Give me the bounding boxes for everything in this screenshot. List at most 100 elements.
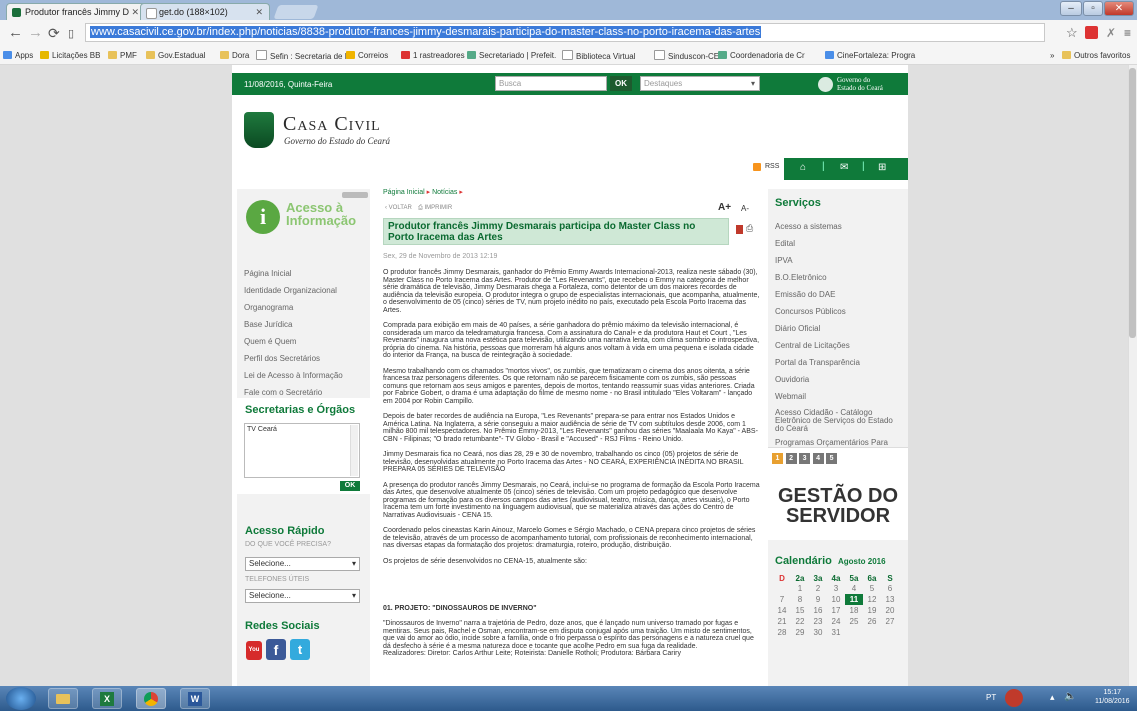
volume-icon[interactable]: 🔈 bbox=[1064, 691, 1076, 702]
brand-title[interactable]: Casa Civil bbox=[283, 113, 381, 136]
bookmark-folder[interactable]: PMF bbox=[108, 50, 137, 62]
window-close-button[interactable]: ✕ bbox=[1104, 1, 1134, 16]
font-increase-button[interactable]: A+ bbox=[718, 202, 731, 213]
tab-inactive[interactable]: get.do (188×102) ✕ bbox=[140, 3, 270, 20]
acesso-informacao-logo[interactable]: Acesso à Informação bbox=[286, 201, 356, 227]
banner-page-5[interactable]: 5 bbox=[826, 453, 838, 464]
menu-item[interactable]: Organograma bbox=[244, 299, 368, 316]
banner-page-3[interactable]: 3 bbox=[799, 453, 811, 464]
bookmarks-overflow[interactable]: » bbox=[1050, 50, 1054, 62]
calendar-day[interactable]: 31 bbox=[827, 627, 845, 638]
listbox-item[interactable]: TV Ceará bbox=[247, 426, 277, 433]
bookmark-item[interactable]: Correios bbox=[346, 50, 388, 62]
calendar-day[interactable] bbox=[845, 627, 863, 638]
telefones-select[interactable]: Selecione... ▾ bbox=[245, 589, 360, 603]
address-bar[interactable]: www.casacivil.ce.gov.br/index.php/notici… bbox=[85, 23, 1045, 42]
close-tab-icon[interactable]: ✕ bbox=[255, 4, 263, 20]
facebook-icon[interactable]: f bbox=[266, 639, 286, 660]
bookmark-item[interactable]: Secretariado | Prefeit. bbox=[467, 50, 556, 62]
menu-item[interactable]: Quem é Quem bbox=[244, 333, 368, 350]
calendar-day[interactable]: 8 bbox=[791, 594, 809, 605]
taskbar-word[interactable]: W bbox=[180, 688, 210, 709]
new-tab-button[interactable] bbox=[273, 5, 319, 19]
taskbar-explorer[interactable] bbox=[48, 688, 78, 709]
page-scrollbar-thumb[interactable] bbox=[1129, 68, 1136, 338]
breadcrumb-home[interactable]: Página Inicial bbox=[383, 189, 425, 196]
voltar-link[interactable]: ‹ VOLTAR bbox=[385, 205, 412, 211]
page-info-icon[interactable]: ▯ bbox=[68, 25, 74, 43]
calendar-day[interactable]: 27 bbox=[881, 616, 899, 627]
pdf-icon[interactable] bbox=[736, 225, 743, 234]
calendar-day[interactable]: 3 bbox=[827, 583, 845, 594]
reload-icon[interactable]: ⟳ bbox=[48, 24, 60, 42]
close-tab-icon[interactable]: ✕ bbox=[131, 4, 139, 20]
listbox-scrollbar[interactable] bbox=[350, 425, 358, 476]
twitter-icon[interactable]: t bbox=[290, 639, 310, 660]
tray-arrow-icon[interactable]: ▴ bbox=[1050, 692, 1055, 703]
language-indicator[interactable]: PT bbox=[986, 693, 996, 702]
print-icon[interactable]: ⎙ bbox=[746, 223, 753, 234]
gov-logo[interactable]: Governo do Estado do Ceará bbox=[837, 76, 883, 92]
calendar-day[interactable]: 30 bbox=[809, 627, 827, 638]
banner-page-2[interactable]: 2 bbox=[785, 453, 797, 464]
menu-item[interactable]: Base Jurídica bbox=[244, 316, 368, 333]
service-link[interactable]: Acesso a sistemas bbox=[775, 218, 903, 235]
calendar-day[interactable]: 16 bbox=[809, 605, 827, 616]
calendar-day[interactable]: 5 bbox=[863, 583, 881, 594]
calendar-day[interactable]: 17 bbox=[827, 605, 845, 616]
calendar-day[interactable] bbox=[773, 583, 791, 594]
calendar-day[interactable]: 25 bbox=[845, 616, 863, 627]
menu-item[interactable]: Perfil dos Secretários bbox=[244, 350, 368, 367]
destaques-select[interactable]: Destaques ▾ bbox=[640, 76, 760, 91]
bookmark-item[interactable]: Sinduscon-CE bbox=[654, 50, 719, 63]
bookmark-item[interactable]: Sefin : Secretaria de F bbox=[256, 50, 350, 63]
bookmark-item[interactable]: Licitações BB bbox=[40, 50, 100, 62]
service-link[interactable]: Edital bbox=[775, 235, 903, 252]
calendar-day[interactable]: 4 bbox=[845, 583, 863, 594]
calendar-day[interactable]: 26 bbox=[863, 616, 881, 627]
calendar-day[interactable]: 29 bbox=[791, 627, 809, 638]
calendar-day[interactable]: 28 bbox=[773, 627, 791, 638]
menu-item[interactable]: Identidade Organizacional bbox=[244, 282, 368, 299]
back-arrow-icon[interactable]: ← bbox=[8, 24, 23, 42]
menu-item[interactable]: Página Inicial bbox=[244, 265, 368, 282]
bookmark-item[interactable]: Biblioteca Virtual bbox=[562, 50, 635, 63]
font-decrease-button[interactable]: A- bbox=[741, 204, 749, 213]
bookmark-star-icon[interactable]: ☆ bbox=[1066, 24, 1078, 42]
taskbar-excel[interactable]: X bbox=[92, 688, 122, 709]
calendar-day[interactable]: 7 bbox=[773, 594, 791, 605]
calendar-day[interactable]: 24 bbox=[827, 616, 845, 627]
calendar-day[interactable] bbox=[863, 627, 881, 638]
minimize-button[interactable]: – bbox=[1060, 1, 1082, 16]
calendar-day[interactable]: 22 bbox=[791, 616, 809, 627]
bookmark-item[interactable]: CineFortaleza: Progra bbox=[825, 50, 915, 62]
sitemap-icon[interactable]: ⊞ bbox=[878, 162, 886, 173]
calendar-day[interactable]: 23 bbox=[809, 616, 827, 627]
search-ok-button[interactable]: OK bbox=[610, 76, 632, 91]
rss-icon[interactable] bbox=[753, 163, 761, 171]
bookmark-folder[interactable]: Dora bbox=[220, 50, 249, 62]
start-button[interactable] bbox=[6, 687, 36, 710]
acesso-rapido-select[interactable]: Selecione... ▾ bbox=[245, 557, 360, 571]
calendar-day[interactable]: 20 bbox=[881, 605, 899, 616]
menu-item[interactable]: Lei de Acesso à Informação bbox=[244, 367, 368, 384]
clock[interactable]: 15:17 11/08/2016 bbox=[1095, 688, 1130, 706]
calendar-day-today[interactable]: 11 bbox=[845, 594, 863, 605]
calendar-day[interactable]: 15 bbox=[791, 605, 809, 616]
service-link[interactable]: Diário Oficial bbox=[775, 320, 903, 337]
rss-label[interactable]: RSS bbox=[765, 163, 779, 170]
secretarias-ok-button[interactable]: OK bbox=[340, 481, 360, 491]
banner-page-4[interactable]: 4 bbox=[812, 453, 824, 464]
calendar-day[interactable]: 9 bbox=[809, 594, 827, 605]
tray-app-icon[interactable] bbox=[1005, 689, 1023, 707]
taskbar-chrome[interactable] bbox=[136, 688, 166, 709]
calendar-day[interactable]: 1 bbox=[791, 583, 809, 594]
extension-x-icon[interactable]: ✗ bbox=[1106, 24, 1116, 42]
calendar-day[interactable] bbox=[881, 627, 899, 638]
calendar-day[interactable]: 6 bbox=[881, 583, 899, 594]
service-link[interactable]: Central de Licitações bbox=[775, 337, 903, 354]
print-link[interactable]: ⎙ IMPRIMIR bbox=[418, 205, 452, 212]
bookmark-folder[interactable]: Gov.Estadual bbox=[146, 50, 205, 62]
bookmark-apps[interactable]: Apps bbox=[3, 50, 33, 62]
extension-icon[interactable] bbox=[1085, 26, 1098, 39]
